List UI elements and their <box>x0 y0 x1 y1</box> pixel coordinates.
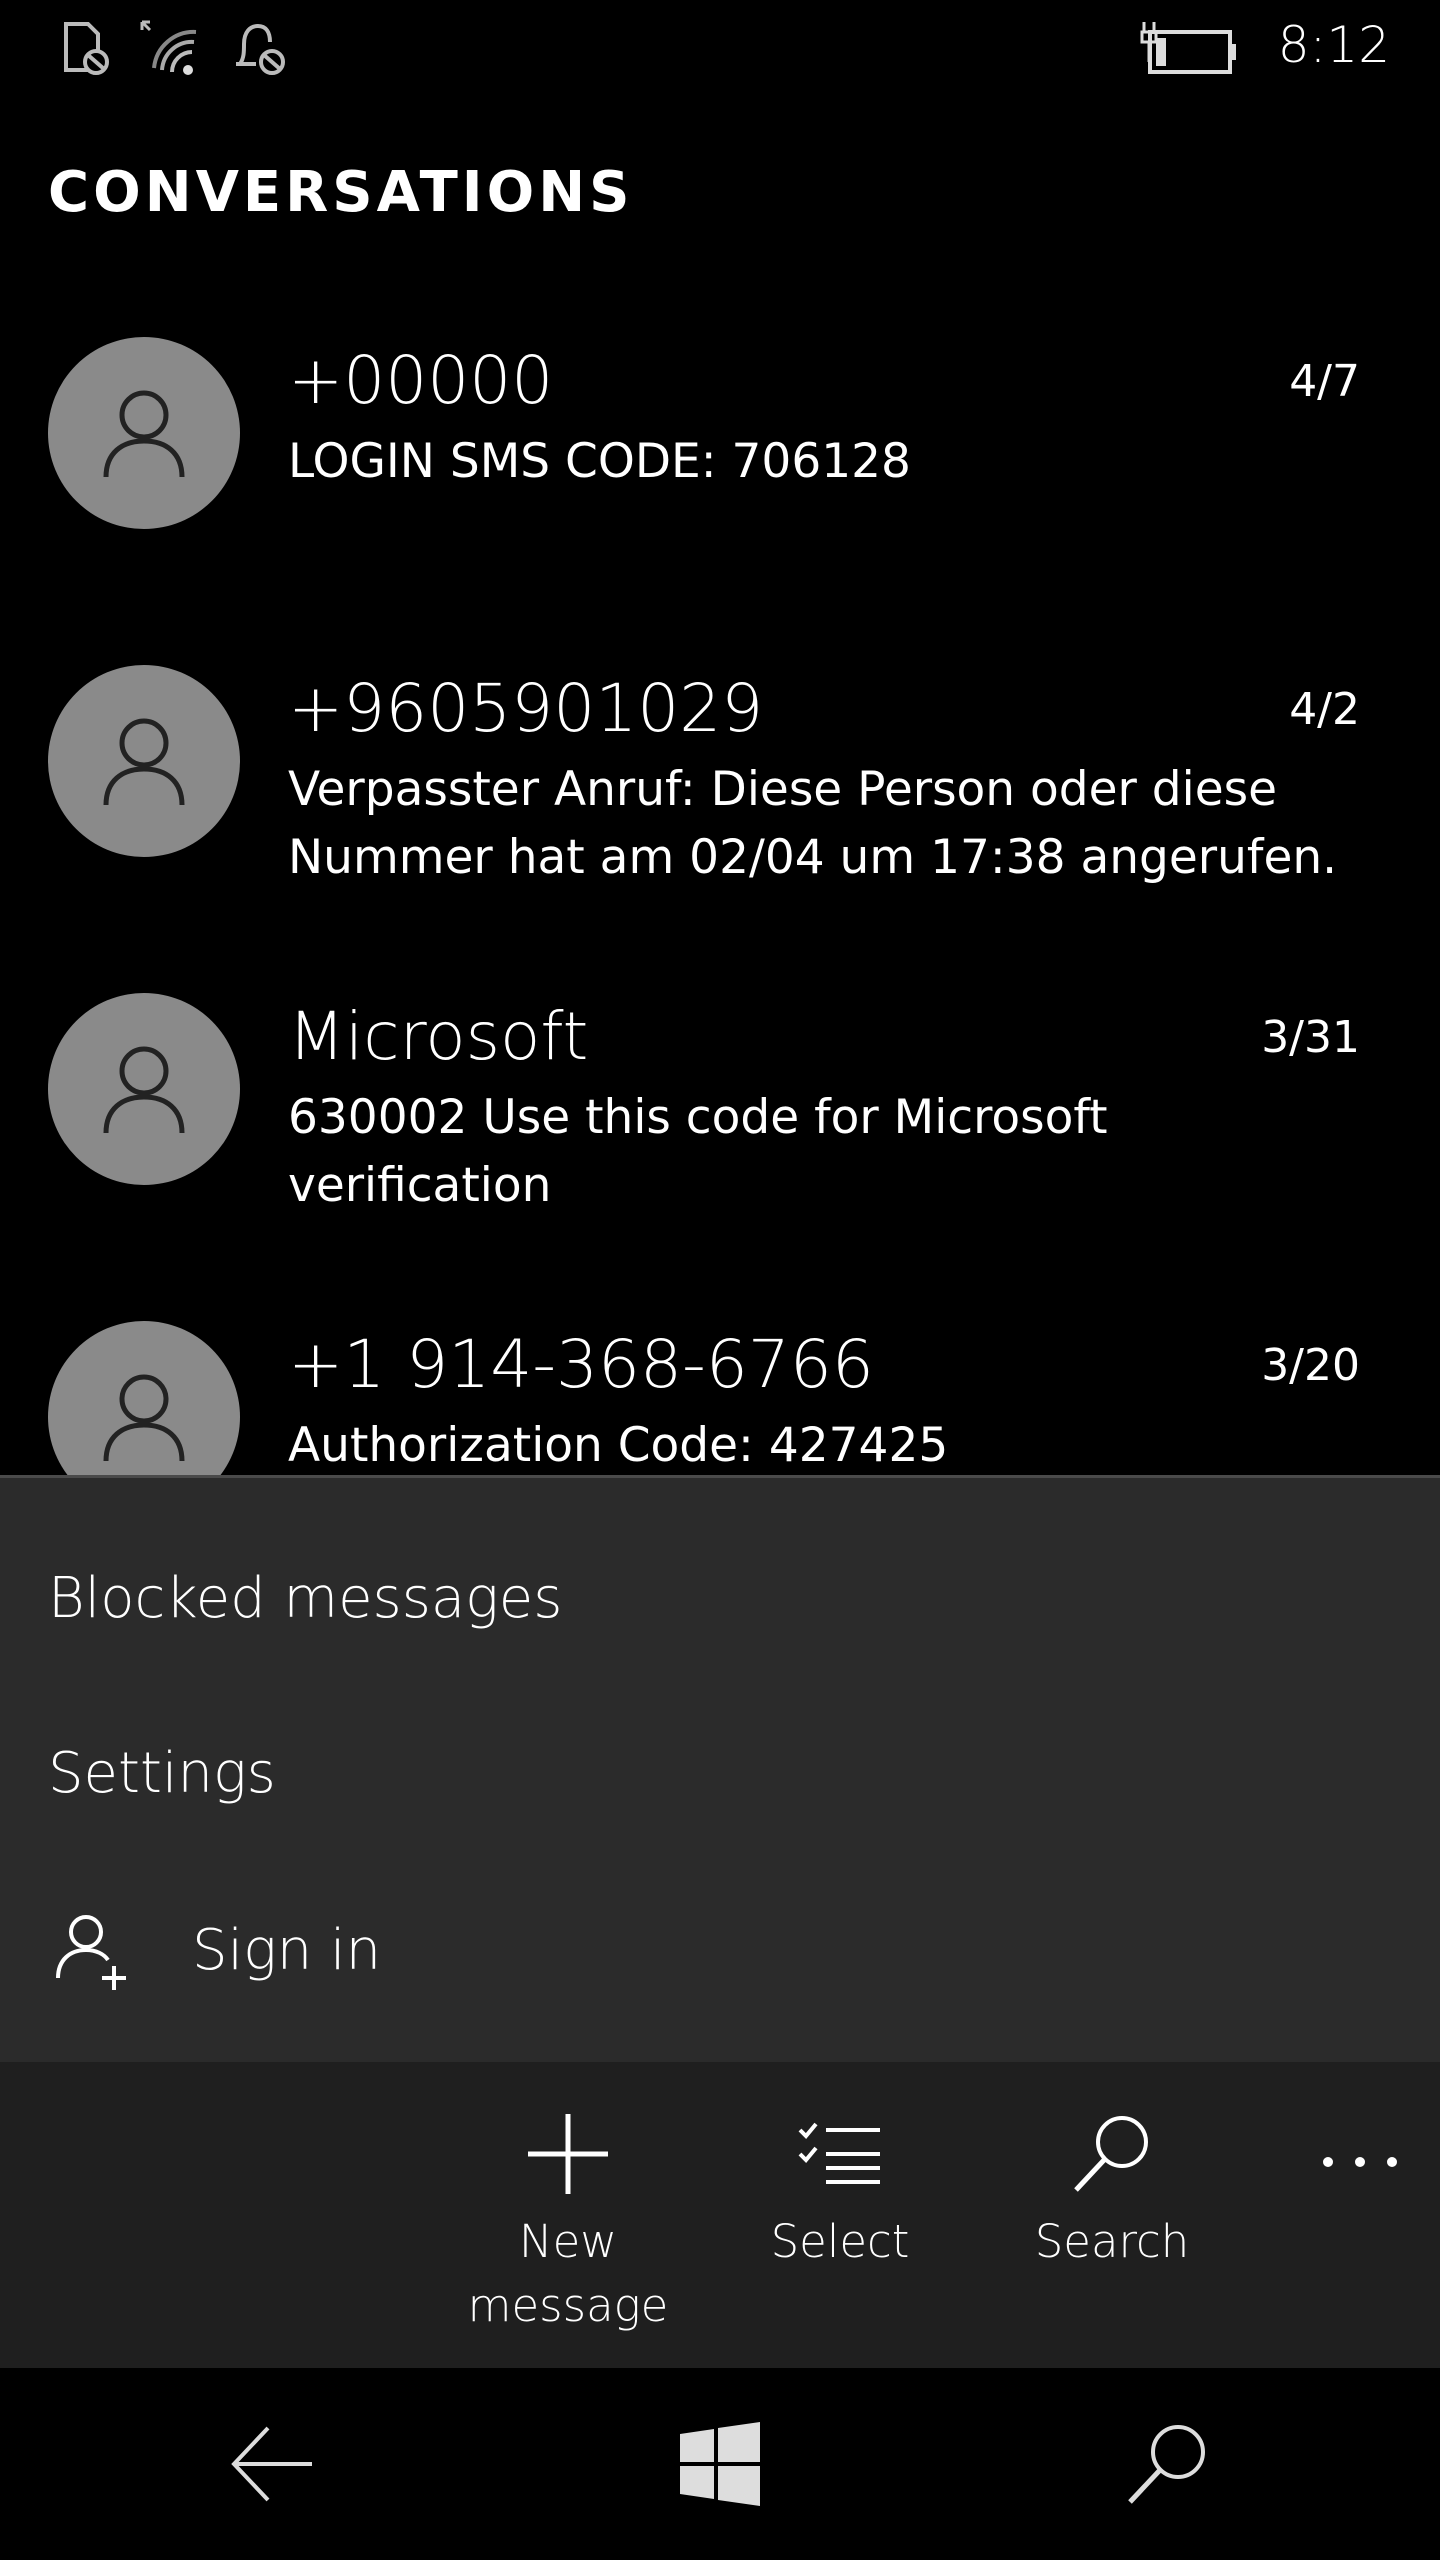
contact-name: +00000 <box>288 342 554 419</box>
person-icon <box>103 1046 185 1134</box>
avatar <box>48 337 240 529</box>
avatar <box>48 1321 240 1475</box>
menu-item-sign-in[interactable]: Sign in <box>192 1918 381 1983</box>
message-preview: Authorization Code: 427425 <box>288 1418 949 1473</box>
page-title: CONVERSATIONS <box>48 160 634 225</box>
message-date: 4/2 <box>1289 684 1360 735</box>
new-message-button[interactable]: New message <box>458 2112 678 2338</box>
status-bar: 8:12 <box>0 0 1440 100</box>
search-button[interactable]: Search <box>1002 2112 1222 2274</box>
message-preview: 630002 Use this code for Microsoft verif… <box>288 1090 1108 1213</box>
more-dots-icon[interactable] <box>1310 2132 1410 2192</box>
search-icon <box>1074 2116 1148 2192</box>
new-message-label: New message <box>467 2215 669 2332</box>
back-arrow-icon[interactable] <box>228 2420 316 2508</box>
menu-item-blocked-messages[interactable]: Blocked messages <box>48 1566 562 1631</box>
menu-item-settings[interactable]: Settings <box>48 1741 276 1806</box>
app-bar: New message Select Search <box>0 2062 1440 2368</box>
message-preview: LOGIN SMS CODE: 706128 <box>288 434 911 489</box>
add-person-icon <box>56 1915 126 1990</box>
sim-no-service-icon <box>64 22 109 75</box>
select-list-icon <box>798 2122 880 2184</box>
contact-name: Microsoft <box>288 998 589 1075</box>
person-icon <box>103 718 185 806</box>
message-date: 3/20 <box>1261 1340 1360 1391</box>
select-label: Select <box>770 2215 910 2268</box>
plus-icon <box>528 2114 608 2194</box>
message-date: 4/7 <box>1289 356 1360 407</box>
select-button[interactable]: Select <box>730 2112 950 2274</box>
person-icon <box>103 390 185 478</box>
conversation-item[interactable]: +9605901029 4/2 Verpasster Anruf: Diese … <box>0 628 1440 956</box>
conversation-item[interactable]: Microsoft 3/31 630002 Use this code for … <box>0 956 1440 1284</box>
message-preview: Verpasster Anruf: Diese Person oder dies… <box>288 762 1338 885</box>
contact-name: +1 914-368-6766 <box>288 1326 874 1403</box>
conversation-item[interactable]: +00000 4/7 LOGIN SMS CODE: 706128 <box>0 300 1440 628</box>
clock-time: 8:12 <box>1277 16 1390 74</box>
person-icon <box>103 1374 185 1462</box>
avatar <box>48 993 240 1185</box>
conversation-list: +00000 4/7 LOGIN SMS CODE: 706128 +96059… <box>0 300 1440 1475</box>
quiet-hours-icon <box>236 23 285 75</box>
battery-charging-icon <box>1140 22 1236 74</box>
conversation-item[interactable]: +1 914-368-6766 3/20 Authorization Code:… <box>0 1284 1440 1475</box>
contact-name: +9605901029 <box>288 670 764 747</box>
search-icon[interactable] <box>1124 2420 1212 2508</box>
navigation-bar <box>0 2368 1440 2560</box>
wifi-weak-icon <box>140 20 197 75</box>
windows-logo-icon[interactable] <box>676 2420 764 2508</box>
search-label: Search <box>1034 2215 1190 2268</box>
message-date: 3/31 <box>1261 1012 1360 1063</box>
avatar <box>48 665 240 857</box>
overflow-menu: Blocked messages Settings Sign in <box>0 1475 1440 2065</box>
